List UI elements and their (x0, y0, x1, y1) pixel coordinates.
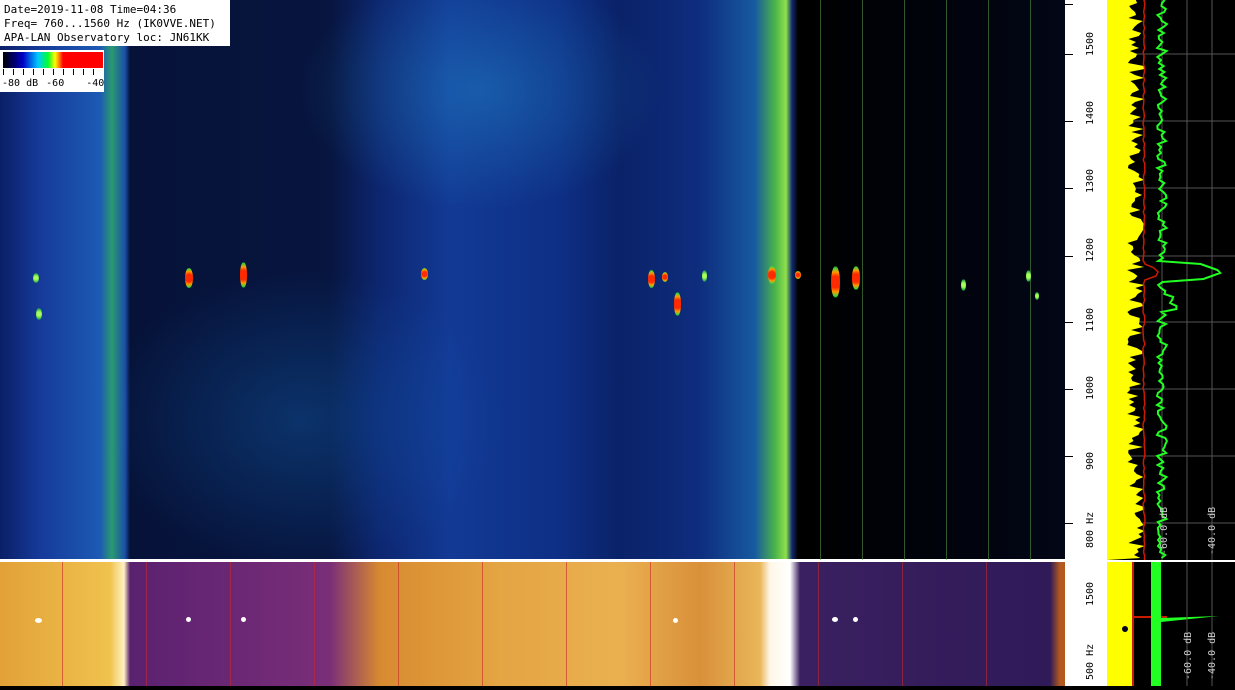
time-marker (650, 562, 651, 686)
time-marker (62, 562, 63, 686)
scale-tick (1065, 4, 1073, 5)
overview-echo (832, 617, 838, 622)
meteor-echo (852, 266, 860, 290)
db-label-60: -60.0 dB (1159, 506, 1170, 555)
info-location: APA-LAN Observatory loc: JN61KK (4, 31, 210, 44)
overview-db-label-60: -60.0 dB (1183, 631, 1194, 680)
legend-label-60: -60 (46, 78, 65, 89)
freq-label-1100: 1100 (1085, 307, 1096, 332)
time-marker (314, 562, 315, 686)
scale-tick (1065, 523, 1073, 524)
db-label-40: -40.0 dB (1207, 506, 1218, 555)
scale-tick (1065, 456, 1073, 457)
meteor-echo (831, 266, 840, 298)
info-box: Date=2019-11-08 Time=04:36 Freq= 760...1… (0, 0, 230, 46)
meteor-echo (961, 279, 966, 291)
freq-label-1200: 1200 (1085, 237, 1096, 262)
time-marker (566, 562, 567, 686)
color-legend: -80 dB -60 -40 (0, 50, 104, 92)
frequency-scale: 1500 1400 1300 1200 1100 1000 900 800 Hz… (1065, 0, 1107, 686)
waterfall-top (0, 0, 1065, 560)
time-marker (986, 562, 987, 686)
time-marker (862, 0, 863, 560)
legend-label-40: -40 (86, 78, 105, 89)
color-bar-ticks (3, 69, 103, 75)
color-bar (3, 52, 103, 68)
legend-label-80: -80 dB (2, 78, 39, 89)
freq-label-900: 900 (1085, 451, 1096, 470)
time-marker (946, 0, 947, 560)
time-marker (482, 562, 483, 686)
overview-echo (186, 617, 191, 622)
time-marker (904, 0, 905, 560)
meteor-echo (33, 273, 39, 283)
meteor-echo (421, 268, 428, 280)
time-marker (146, 562, 147, 686)
waterfall-overview (0, 562, 1065, 686)
spectrum-red-trace (1142, 0, 1159, 561)
spectrum-panel: -60.0 dB -40.0 dB (1107, 0, 1235, 561)
meteor-echo (674, 292, 681, 316)
scale-tick (1065, 121, 1073, 122)
spectrum-plot (1107, 0, 1235, 561)
spectrum-green-trace (1154, 0, 1222, 559)
time-marker (820, 0, 821, 560)
time-marker (398, 562, 399, 686)
meteor-echo (240, 262, 247, 288)
overview-echo (241, 617, 246, 622)
freq-label-1400: 1400 (1085, 100, 1096, 125)
scale-tick (1065, 322, 1073, 323)
meteor-echo (648, 270, 655, 288)
info-date-time: Date=2019-11-08 Time=04:36 (4, 3, 177, 16)
time-marker (734, 562, 735, 686)
freq-label-800: 800 Hz (1085, 511, 1096, 548)
scale-tick (1065, 188, 1073, 189)
overview-db-label-40: -40.0 dB (1207, 631, 1218, 680)
panel-divider (0, 559, 1235, 562)
overview-spectrum-panel: -60.0 dB -40.0 dB (1107, 562, 1235, 686)
scale-tick (1065, 54, 1073, 55)
overview-echo (853, 617, 858, 622)
info-frequency: Freq= 760...1560 Hz (IK0VVE.NET) (4, 17, 216, 30)
time-marker (230, 562, 231, 686)
meteor-echo (1026, 270, 1031, 282)
time-marker (818, 562, 819, 686)
meteor-echo (795, 271, 801, 279)
freq-label-1000: 1000 (1085, 375, 1096, 400)
freq-label-1500: 1500 (1085, 31, 1096, 56)
overview-freq-label-1500: 1500 (1085, 581, 1096, 606)
scale-tick (1065, 389, 1073, 390)
legend-labels: -80 dB -60 -40 (2, 78, 104, 89)
freq-label-1300: 1300 (1085, 168, 1096, 193)
meteor-echo (36, 308, 42, 320)
overview-echo (35, 618, 42, 623)
meteor-echo (185, 268, 193, 288)
overview-echo (673, 618, 678, 623)
spectrum-yellow-trace (1107, 0, 1145, 560)
meteor-echo (662, 272, 668, 282)
meteor-echo (768, 266, 776, 284)
time-marker (988, 0, 989, 560)
scale-tick (1065, 256, 1073, 257)
meteor-echo (1035, 292, 1039, 300)
meteor-echo (702, 270, 707, 282)
time-marker (902, 562, 903, 686)
overview-freq-label-500: 500 Hz (1085, 643, 1096, 680)
